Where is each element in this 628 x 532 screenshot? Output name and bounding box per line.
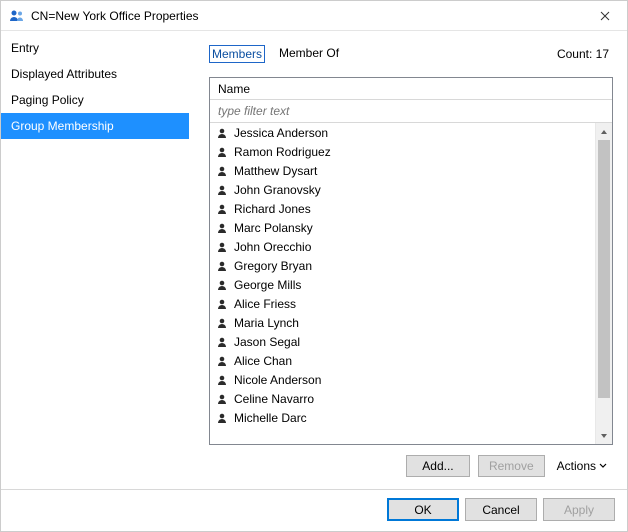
group-icon [9,8,25,24]
member-name: Alice Friess [234,297,296,311]
sidebar-item-entry[interactable]: Entry [1,35,189,61]
member-name: Ramon Rodriguez [234,145,331,159]
list-item[interactable]: John Granovsky [210,180,595,199]
list-item[interactable]: Marc Polansky [210,218,595,237]
members-list: Name Jessica Anderson Ramon Rodriguez Matt… [209,77,613,445]
main-panel: Members Member Of Count: 17 Name Jessica… [189,31,627,489]
tab-members[interactable]: Members [209,45,265,63]
person-icon [216,355,228,367]
sidebar-item-group-membership[interactable]: Group Membership [1,113,189,139]
list-action-row: Add... Remove Actions [209,445,613,481]
list-item[interactable]: John Orecchio [210,237,595,256]
list-item[interactable]: Ramon Rodriguez [210,142,595,161]
person-icon [216,317,228,329]
tab-row: Members Member Of Count: 17 [209,45,613,67]
member-name: Celine Navarro [234,392,314,406]
person-icon [216,412,228,424]
list-item[interactable]: George Mills [210,275,595,294]
chevron-down-icon [599,459,607,473]
member-name: Michelle Darc [234,411,307,425]
member-name: Maria Lynch [234,316,299,330]
person-icon [216,127,228,139]
list-item[interactable]: Celine Navarro [210,389,595,408]
sidebar-item-label: Entry [11,41,39,55]
list-item[interactable]: Gregory Bryan [210,256,595,275]
member-name: Alice Chan [234,354,292,368]
person-icon [216,184,228,196]
list-item[interactable]: Richard Jones [210,199,595,218]
person-icon [216,393,228,405]
scroll-up-icon[interactable] [596,123,612,140]
member-name: Jason Segal [234,335,300,349]
person-icon [216,146,228,158]
list-item[interactable]: Jason Segal [210,332,595,351]
window-title: CN=New York Office Properties [31,9,582,23]
member-name: Gregory Bryan [234,259,312,273]
list-item[interactable]: Michelle Darc [210,408,595,427]
list-item[interactable]: Nicole Anderson [210,370,595,389]
member-name: George Mills [234,278,301,292]
column-header-name[interactable]: Name [210,78,612,100]
person-icon [216,260,228,272]
add-button[interactable]: Add... [406,455,470,477]
person-icon [216,241,228,253]
actions-menu-button[interactable]: Actions [553,459,611,473]
sidebar-item-displayed-attributes[interactable]: Displayed Attributes [1,61,189,87]
sidebar-item-label: Paging Policy [11,93,84,107]
dialog-body: Entry Displayed Attributes Paging Policy… [1,31,627,489]
list-item[interactable]: Maria Lynch [210,313,595,332]
member-name: Nicole Anderson [234,373,321,387]
sidebar-item-label: Displayed Attributes [11,67,117,81]
member-name: Jessica Anderson [234,126,328,140]
filter-input[interactable] [210,100,594,122]
member-count: Count: 17 [557,47,613,61]
member-name: John Orecchio [234,240,311,254]
sidebar-item-label: Group Membership [11,119,114,133]
dialog-footer: OK Cancel Apply [1,489,627,531]
ok-button[interactable]: OK [387,498,459,521]
member-name: John Granovsky [234,183,321,197]
close-button[interactable] [582,1,627,30]
list-item[interactable]: Alice Friess [210,294,595,313]
sidebar-item-paging-policy[interactable]: Paging Policy [1,87,189,113]
person-icon [216,203,228,215]
scrollbar-thumb[interactable] [598,140,610,398]
person-icon [216,279,228,291]
list-item[interactable]: Matthew Dysart [210,161,595,180]
scrollbar[interactable] [595,123,612,444]
scrollbar-track[interactable] [596,140,612,427]
cancel-button[interactable]: Cancel [465,498,537,521]
person-icon [216,374,228,386]
apply-button[interactable]: Apply [543,498,615,521]
person-icon [216,336,228,348]
titlebar: CN=New York Office Properties [1,1,627,31]
list-item[interactable]: Jessica Anderson [210,123,595,142]
tab-member-of[interactable]: Member Of [277,45,341,63]
person-icon [216,165,228,177]
member-name: Marc Polansky [234,221,313,235]
scroll-down-icon[interactable] [596,427,612,444]
person-icon [216,298,228,310]
section-sidebar: Entry Displayed Attributes Paging Policy… [1,31,189,489]
member-name: Richard Jones [234,202,311,216]
list-item[interactable]: Alice Chan [210,351,595,370]
properties-dialog: CN=New York Office Properties Entry Disp… [0,0,628,532]
remove-button[interactable]: Remove [478,455,545,477]
person-icon [216,222,228,234]
list-items: Jessica Anderson Ramon Rodriguez Matthew D… [210,123,595,444]
member-name: Matthew Dysart [234,164,317,178]
